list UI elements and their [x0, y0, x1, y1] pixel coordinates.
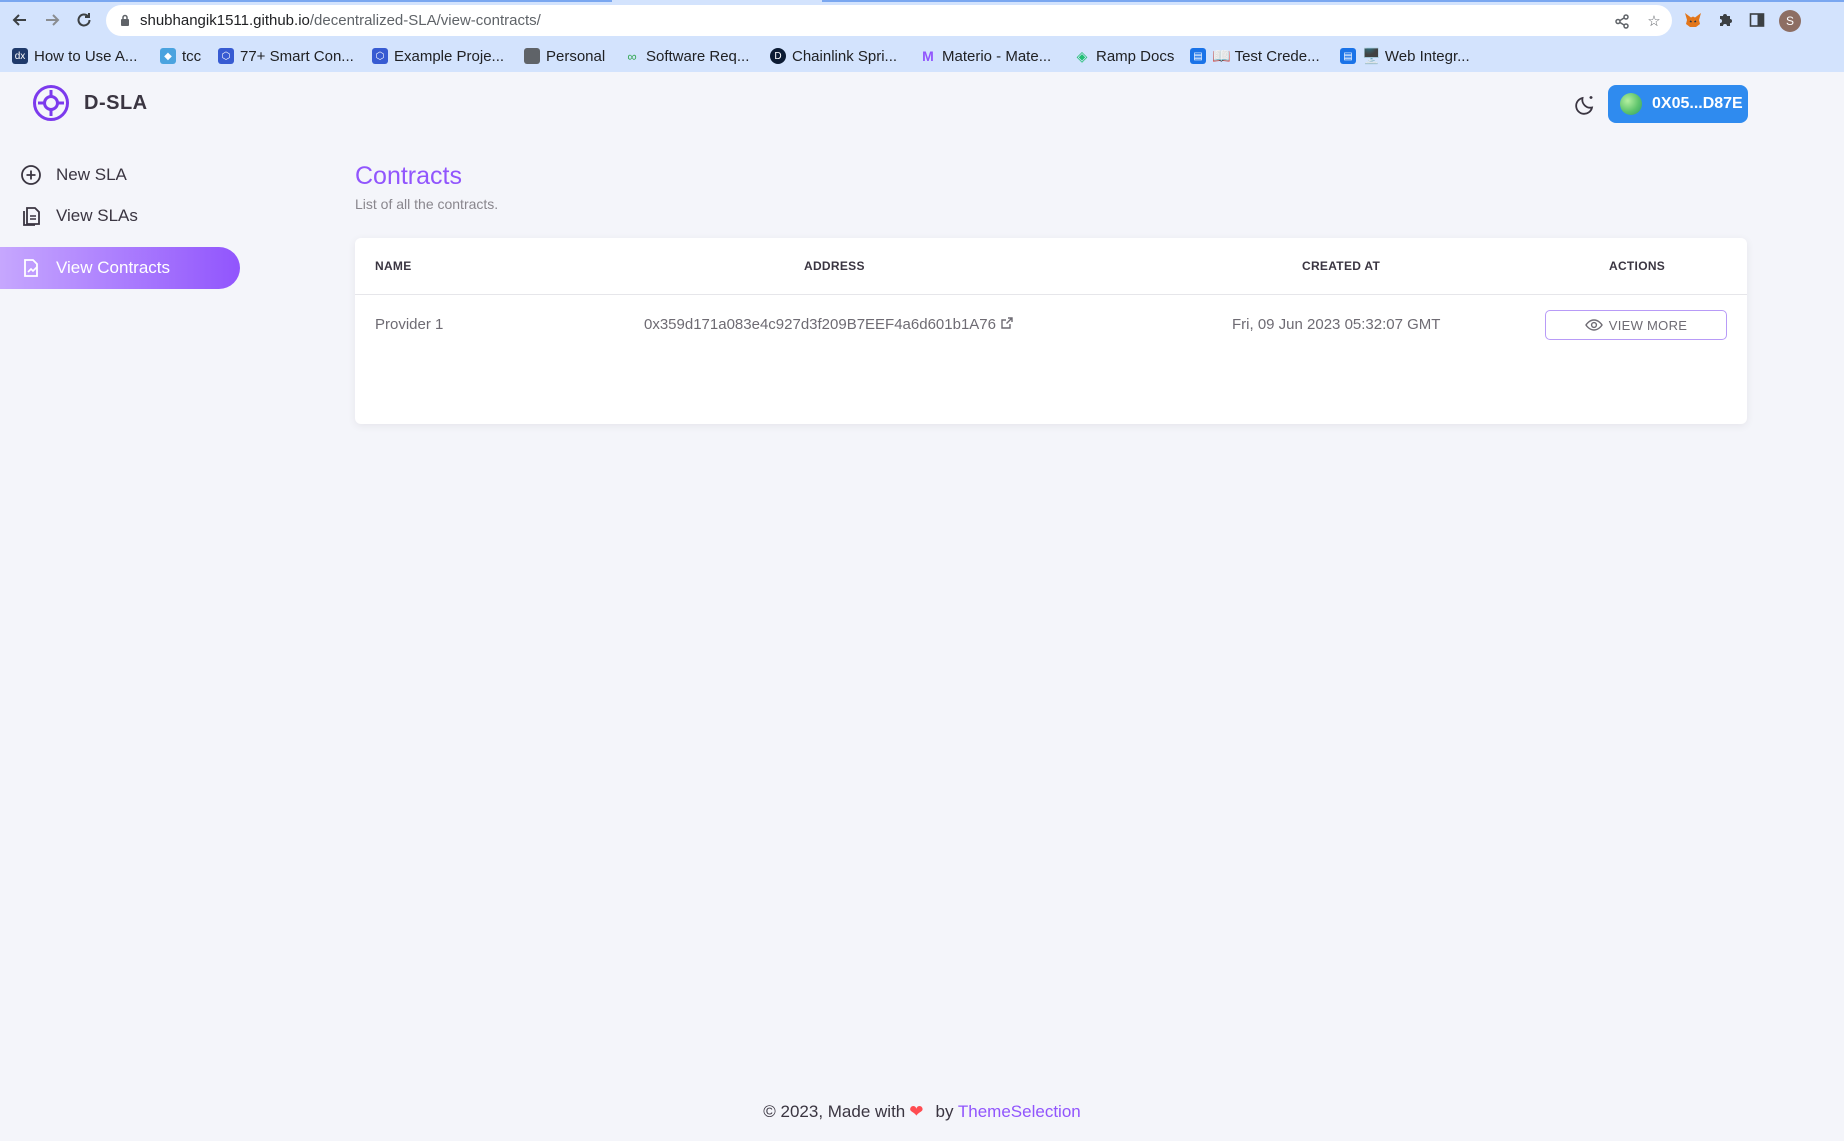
cell-address[interactable]: 0x359d171a083e4c927d3f209B7EEF4a6d601b1A… [644, 316, 1014, 333]
materio-icon: M [922, 48, 934, 64]
browser-chrome: shubhangik1511.github.io/decentralized-S… [0, 0, 1844, 72]
bookmark-item[interactable]: ∞ Software Req... [624, 44, 749, 68]
ddx-icon: dx [12, 48, 28, 64]
cell-name: Provider 1 [375, 316, 444, 333]
plus-circle-icon [20, 164, 42, 186]
bookmarks-bar: dx How to Use A... ◆ tcc ⬡ 77+ Smart Con...… [0, 40, 1844, 72]
bookmark-star-icon[interactable]: ☆ [1644, 11, 1664, 31]
back-icon[interactable] [8, 8, 32, 32]
address-bar[interactable]: shubhangik1511.github.io/decentralized-S… [106, 5, 1672, 36]
sidebar-item-new-sla[interactable]: New SLA [0, 154, 240, 196]
column-header-actions: ACTIONS [1609, 259, 1666, 273]
cube-icon: ◆ [160, 48, 176, 64]
view-more-label: VIEW MORE [1608, 317, 1688, 333]
column-header-created-at: CREATED AT [1302, 259, 1381, 273]
bookmark-item[interactable]: Personal [524, 44, 605, 68]
browser-toolbar: shubhangik1511.github.io/decentralized-S… [0, 0, 1844, 40]
bookmark-item[interactable]: ⬡ Example Proje... [372, 44, 504, 68]
wallet-avatar-icon [1620, 93, 1642, 115]
footer-by: by [935, 1102, 954, 1121]
wallet-connect-button[interactable]: 0X05...D87E [1608, 85, 1748, 123]
address-link[interactable]: 0x359d171a083e4c927d3f209B7EEF4a6d601b1A… [644, 316, 996, 333]
bookmark-item[interactable]: M Materio - Mate... [920, 44, 1051, 68]
bookmark-item[interactable]: ◈ Ramp Docs [1074, 44, 1175, 68]
metamask-extension-icon[interactable] [1683, 10, 1703, 30]
chainlink-icon: ⬡ [372, 48, 388, 64]
sidebar-item-label: View Contracts [56, 258, 171, 277]
sidebar-item-label: View SLAs [56, 206, 138, 225]
cell-created-at: Fri, 09 Jun 2023 05:32:07 GMT [1232, 316, 1441, 333]
book-icon: ▤ [1340, 48, 1356, 64]
footer: © 2023, Made with ❤ by ThemeSelection [0, 1102, 1844, 1122]
chainlink-icon: ⬡ [218, 48, 234, 64]
dark-mode-toggle-icon[interactable] [1574, 92, 1600, 118]
external-link-icon[interactable] [1000, 316, 1014, 330]
bookmark-item[interactable]: ▤ 🖥️ Web Integr... [1340, 44, 1470, 68]
eye-icon [1584, 319, 1603, 331]
column-header-address: ADDRESS [804, 259, 865, 273]
view-more-button[interactable]: VIEW MORE [1545, 310, 1727, 340]
footer-themeselection-link[interactable]: ThemeSelection [958, 1102, 1081, 1121]
glasses-icon: ∞ [627, 48, 637, 64]
column-header-name: NAME [375, 259, 412, 273]
reload-icon[interactable] [72, 8, 96, 32]
brand[interactable]: D-SLA [32, 84, 148, 122]
brand-logo-icon [33, 85, 69, 121]
page-subtitle: List of all the contracts. [355, 196, 499, 212]
file-chart-icon [20, 257, 42, 279]
extensions-puzzle-icon[interactable] [1715, 10, 1735, 30]
page-title: Contracts [355, 162, 462, 190]
bookmark-item[interactable]: D Chainlink Spri... [770, 44, 897, 68]
bookmark-item[interactable]: ▤ 📖 Test Crede... [1190, 44, 1320, 68]
share-icon[interactable] [1612, 11, 1632, 31]
d-circle-icon: D [770, 48, 786, 64]
folder-icon [524, 48, 540, 64]
ramp-icon: ◈ [1076, 47, 1088, 64]
footer-copyright: © 2023, Made with [763, 1102, 906, 1121]
sidebar-item-label: New SLA [56, 165, 127, 184]
bookmark-item[interactable]: ◆ tcc [160, 44, 201, 68]
table-header: NAME ADDRESS CREATED AT ACTIONS [355, 238, 1747, 295]
app-root: D-SLA New SLA View SLAs View Contracts 0… [0, 72, 1844, 1141]
bookmark-item[interactable]: dx How to Use A... [12, 44, 137, 68]
profile-avatar[interactable]: S [1779, 10, 1801, 32]
forward-icon[interactable] [40, 8, 64, 32]
lock-icon[interactable] [120, 14, 130, 26]
heart-icon: ❤ [909, 1102, 924, 1121]
bookmark-item[interactable]: ⬡ 77+ Smart Con... [218, 44, 354, 68]
brand-name: D-SLA [84, 91, 148, 114]
wallet-address: 0X05...D87E [1652, 95, 1743, 112]
contracts-table: NAME ADDRESS CREATED AT ACTIONS Provider… [355, 238, 1747, 424]
document-icon [20, 205, 42, 227]
book-icon: ▤ [1190, 48, 1206, 64]
sidebar-item-view-slas[interactable]: View SLAs [0, 195, 240, 237]
side-panel-icon[interactable] [1747, 10, 1767, 30]
sidebar-item-view-contracts[interactable]: View Contracts [0, 247, 240, 289]
url-text: shubhangik1511.github.io/decentralized-S… [140, 12, 541, 29]
